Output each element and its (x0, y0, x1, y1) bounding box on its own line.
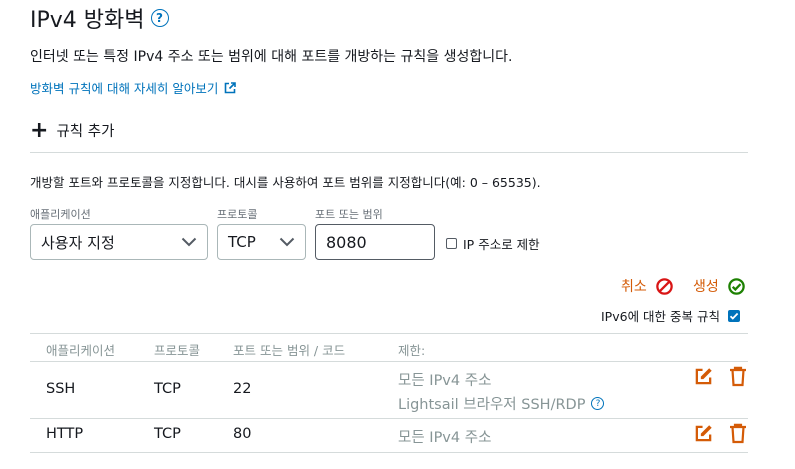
learn-more-label: 방화벽 규칙에 대해 자세히 알아보기 (30, 81, 219, 96)
protocol-select[interactable]: TCP (217, 224, 306, 260)
row-restriction: 모든 IPv4 주소 (398, 373, 492, 389)
page-title: IPv4 방화벽 ? (30, 2, 169, 34)
duplicate-ipv6-toggle[interactable]: IPv6에 대한 중복 규칙 (601, 306, 740, 325)
row-restriction: 모든 IPv4 주소 (398, 430, 492, 446)
protocol-select-value: TCP (228, 233, 256, 251)
port-label: 포트 또는 범위 (315, 208, 383, 221)
edit-icon[interactable] (694, 367, 713, 386)
port-input[interactable] (315, 224, 435, 260)
divider (30, 152, 748, 153)
restrict-ip-toggle[interactable]: IP 주소로 제한 (446, 234, 540, 253)
row-restriction-extra: Lightsail 브라우저 SSH/RDP ? (398, 393, 605, 414)
help-icon[interactable]: ? (591, 397, 605, 410)
learn-more-link[interactable]: 방화벽 규칙에 대해 자세히 알아보기 (30, 78, 237, 97)
page-description: 인터넷 또는 특정 IPv4 주소 또는 범위에 대해 포트를 개방하는 규칙을… (30, 49, 513, 65)
checkmark-icon (729, 312, 739, 320)
external-link-icon (225, 81, 237, 93)
plus-icon: + (30, 117, 49, 143)
row-protocol: TCP (154, 381, 181, 397)
port-hint: 개방할 포트와 프로토콜을 지정합니다. 대시를 사용하여 포트 범위를 지정합… (30, 175, 541, 190)
chevron-down-icon (181, 237, 197, 247)
restrict-ip-checkbox[interactable] (446, 238, 457, 249)
col-header-application: 애플리케이션 (46, 343, 116, 358)
col-header-protocol: 프로토콜 (154, 343, 201, 358)
col-header-port: 포트 또는 범위 / 코드 (233, 343, 346, 358)
row-port: 22 (233, 381, 252, 397)
application-select-value: 사용자 지정 (41, 233, 115, 252)
edit-icon[interactable] (694, 424, 713, 443)
table-top-divider (30, 333, 748, 334)
cancel-label: 취소 (621, 279, 647, 295)
duplicate-ipv6-label: IPv6에 대한 중복 규칙 (601, 309, 720, 324)
trash-icon[interactable] (728, 366, 748, 387)
create-label: 생성 (693, 279, 719, 295)
row-application: SSH (46, 381, 76, 397)
application-select[interactable]: 사용자 지정 (30, 224, 208, 260)
protocol-label: 프로토콜 (217, 208, 258, 221)
row-restriction-extra-text: Lightsail 브라우저 SSH/RDP (398, 397, 586, 413)
row-port: 80 (233, 426, 252, 442)
cancel-button[interactable]: 취소 (621, 276, 674, 296)
page-title-text: IPv4 방화벽 (30, 8, 145, 33)
row-application: HTTP (46, 426, 84, 442)
row-protocol: TCP (154, 426, 181, 442)
trash-icon[interactable] (728, 423, 748, 444)
cancel-icon (656, 277, 673, 295)
help-icon[interactable]: ? (150, 9, 169, 27)
header-divider (30, 361, 748, 362)
row-divider (30, 452, 748, 453)
chevron-down-icon (279, 237, 295, 247)
check-circle-icon (728, 277, 745, 295)
row-divider (30, 418, 748, 419)
add-rule-label: 규칙 추가 (56, 124, 115, 140)
restrict-ip-label: IP 주소로 제한 (463, 237, 540, 252)
col-header-restriction: 제한: (398, 343, 426, 358)
add-rule-button[interactable]: + 규칙 추가 (30, 117, 115, 143)
create-button[interactable]: 생성 (693, 276, 746, 296)
application-label: 애플리케이션 (30, 208, 91, 221)
duplicate-ipv6-checkbox[interactable] (728, 309, 740, 322)
